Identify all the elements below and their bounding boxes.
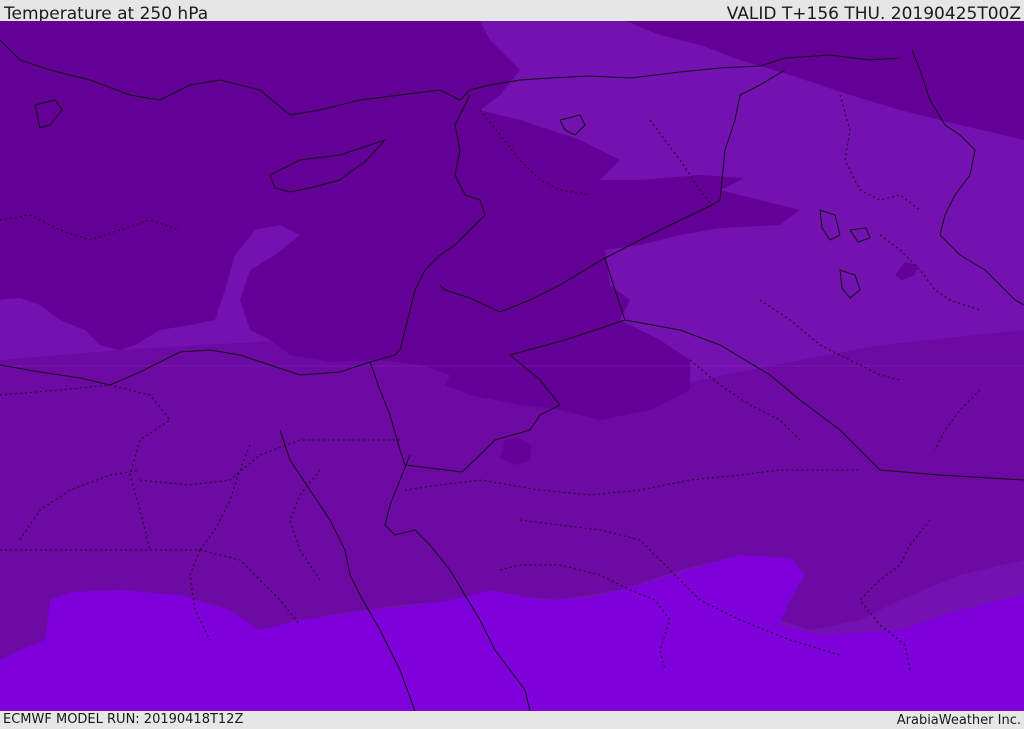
credit-label: ArabiaWeather Inc. xyxy=(896,713,1021,728)
footer-bar: ECMWF MODEL RUN: 20190418T12Z ArabiaWeat… xyxy=(0,711,1024,729)
weather-map[interactable] xyxy=(0,21,1024,711)
header-bar: Temperature at 250 hPa VALID T+156 THU. … xyxy=(0,0,1024,24)
model-run: ECMWF MODEL RUN: 20190418T12Z xyxy=(3,712,244,727)
